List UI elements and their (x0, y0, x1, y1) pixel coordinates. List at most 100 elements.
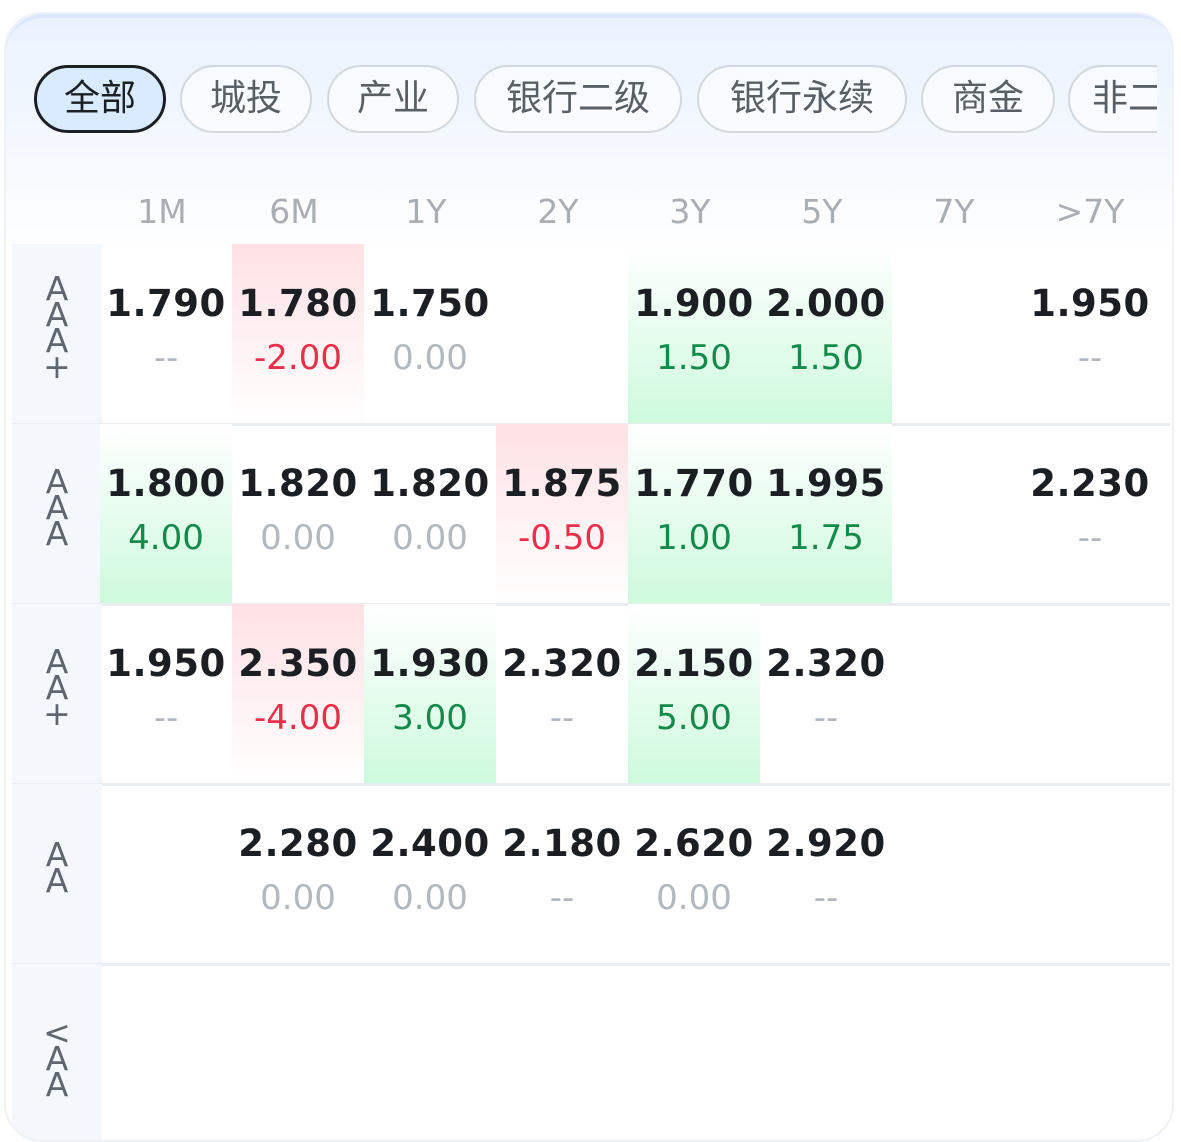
yield-change: 0.00 (260, 878, 336, 918)
rating-letter: + (43, 347, 71, 386)
yield-change: -4.00 (254, 698, 342, 738)
rating-label: AA (12, 784, 102, 964)
yield-cell[interactable]: 1.930 3.00 (364, 604, 496, 784)
yield-cell (1024, 964, 1156, 1140)
yield-change: 1.00 (656, 518, 732, 558)
yield-cell[interactable]: 2.000 1.50 (760, 244, 892, 424)
yield-value: 2.320 (766, 642, 886, 685)
yield-cell (892, 244, 1024, 424)
yield-cell[interactable]: 1.995 1.75 (760, 424, 892, 604)
yield-cell[interactable]: 2.400 0.00 (364, 784, 496, 964)
yield-cell[interactable]: 2.620 0.00 (628, 784, 760, 964)
rating-label: AAA (12, 424, 102, 604)
yield-cell (760, 964, 892, 1140)
yield-change: 0.00 (392, 518, 468, 558)
yield-cell[interactable]: 1.950 -- (1024, 244, 1156, 424)
yield-cell[interactable]: 1.900 1.50 (628, 244, 760, 424)
yield-cell[interactable]: 2.230 -- (1024, 424, 1156, 604)
yield-cell[interactable]: 2.920 -- (760, 784, 892, 964)
yield-value: 1.875 (502, 462, 622, 505)
chip-bank-tier2[interactable]: 银行二级 (474, 65, 682, 133)
yield-change: -- (1077, 518, 1103, 558)
chip-bank-perpetual[interactable]: 银行永续 (697, 65, 907, 133)
yield-change: 3.00 (392, 698, 468, 738)
tenor-header-5y: 5Y (801, 192, 843, 231)
tenor-header-2y: 2Y (537, 192, 579, 231)
yield-cell (1024, 604, 1156, 784)
yield-cell[interactable]: 2.280 0.00 (232, 784, 364, 964)
yield-value: 2.280 (238, 822, 358, 865)
yield-cell[interactable]: 1.820 0.00 (232, 424, 364, 604)
chip-commercial-finance[interactable]: 商金 (921, 65, 1055, 133)
yield-cell[interactable]: 1.950 -- (100, 604, 232, 784)
yield-value: 1.900 (634, 282, 754, 325)
tenor-header-1m: 1M (137, 192, 187, 231)
yield-change: -2.00 (254, 338, 342, 378)
yield-change: 0.00 (260, 518, 336, 558)
yield-value: 2.150 (634, 642, 754, 685)
rating-label: A A + (12, 604, 102, 784)
yield-cell[interactable]: 1.780 -2.00 (232, 244, 364, 424)
rating-label: A A A + (12, 244, 102, 424)
yield-value: 1.820 (370, 462, 490, 505)
yield-change: 0.00 (392, 878, 468, 918)
yield-value: 2.350 (238, 642, 358, 685)
tenor-header-7y: 7Y (933, 192, 975, 231)
yield-change: -- (813, 698, 839, 738)
rating-letter: A (45, 861, 69, 900)
yield-cell[interactable]: 2.320 -- (760, 604, 892, 784)
chip-all[interactable]: 全部 (34, 65, 166, 133)
rating-letter: + (43, 694, 71, 733)
yield-change: 1.50 (656, 338, 732, 378)
yield-value: 2.400 (370, 822, 490, 865)
yield-value: 1.800 (106, 462, 226, 505)
yield-cell (892, 784, 1024, 964)
yield-cell[interactable]: 2.150 5.00 (628, 604, 760, 784)
tenor-header-1y: 1Y (405, 192, 447, 231)
yield-cell[interactable]: 1.800 4.00 (100, 424, 232, 604)
yield-value: 2.230 (1030, 462, 1150, 505)
filter-chip-bar[interactable]: 全部 城投 产业 银行二级 银行永续 商金 非二 (6, 14, 1157, 154)
tenor-header-3y: 3Y (669, 192, 711, 231)
yield-change: -0.50 (518, 518, 606, 558)
yield-change: 4.00 (128, 518, 204, 558)
yield-cell (628, 964, 760, 1140)
yield-change: -- (549, 878, 575, 918)
yield-cell (892, 424, 1024, 604)
rating-label: < A A (12, 964, 102, 1140)
yield-value: 2.000 (766, 282, 886, 325)
yield-value: 1.950 (1030, 282, 1150, 325)
yield-value: 1.770 (634, 462, 754, 505)
rating-letter: A (45, 514, 69, 553)
yield-change: -- (1077, 338, 1103, 378)
yield-cell (892, 964, 1024, 1140)
chip-non-tier2[interactable]: 非二 (1068, 65, 1157, 133)
yield-cell[interactable]: 2.350 -4.00 (232, 604, 364, 784)
yield-cell (232, 964, 364, 1140)
yield-change: 1.75 (788, 518, 864, 558)
yield-cell (496, 964, 628, 1140)
yield-value: 2.620 (634, 822, 754, 865)
yield-cell[interactable]: 2.320 -- (496, 604, 628, 784)
yield-change: 0.00 (392, 338, 468, 378)
yield-cell (496, 244, 628, 424)
yield-value: 2.920 (766, 822, 886, 865)
yield-cell[interactable]: 1.770 1.00 (628, 424, 760, 604)
yield-value: 1.780 (238, 282, 358, 325)
yield-matrix-card: 全部 城投 产业 银行二级 银行永续 商金 非二 1M 6M 1Y 2Y 3Y 5Y 7Y >… (4, 12, 1174, 1142)
yield-change: 1.50 (788, 338, 864, 378)
chip-chengtou[interactable]: 城投 (180, 65, 312, 133)
yield-value: 1.930 (370, 642, 490, 685)
yield-cell[interactable]: 1.820 0.00 (364, 424, 496, 604)
yield-cell[interactable]: 1.875 -0.50 (496, 424, 628, 604)
chip-industry[interactable]: 产业 (327, 65, 459, 133)
yield-cell[interactable]: 1.750 0.00 (364, 244, 496, 424)
yield-cell[interactable]: 1.790 -- (100, 244, 232, 424)
yield-cell (364, 964, 496, 1140)
yield-change: -- (153, 338, 179, 378)
yield-value: 2.320 (502, 642, 622, 685)
yield-change: -- (153, 698, 179, 738)
yield-value: 1.750 (370, 282, 490, 325)
yield-cell[interactable]: 2.180 -- (496, 784, 628, 964)
yield-cell (100, 784, 232, 964)
